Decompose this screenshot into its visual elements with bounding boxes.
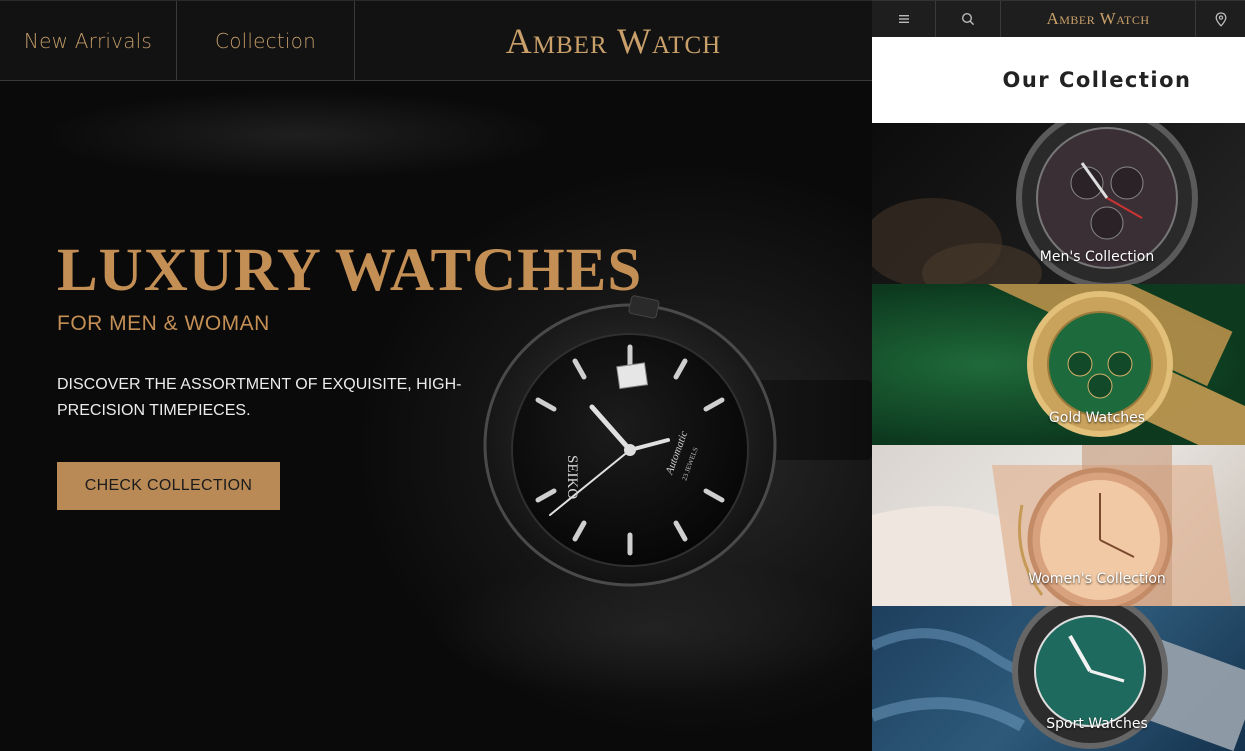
tile-label: Men's Collection — [1039, 249, 1155, 265]
panel-brand-logo[interactable]: Amber Watch — [1001, 1, 1196, 37]
collection-panel: Amber Watch Our Collection Men's Collect… — [872, 0, 1245, 751]
panel-topbar: Amber Watch — [872, 0, 1245, 37]
hero-description: DISCOVER THE ASSORTMENT OF EXQUISITE, HI… — [57, 376, 462, 419]
tile-label: Sport Watches — [1046, 716, 1148, 732]
background-blur — [40, 90, 560, 180]
hero-watch-image: SEIKO Automatic 23 JEWELS — [483, 295, 777, 587]
location-button[interactable] — [1196, 1, 1245, 37]
menu-icon — [898, 15, 909, 23]
tile-label: Gold Watches — [1048, 410, 1146, 426]
search-icon — [961, 12, 975, 26]
check-collection-button[interactable]: CHECK COLLECTION — [57, 462, 280, 510]
nav-new-arrivals[interactable]: New Arrivals — [0, 1, 177, 81]
tile-womens-collection[interactable]: Women's Collection — [872, 445, 1245, 606]
tile-sport-watches[interactable]: Sport Watches — [872, 606, 1245, 751]
collection-heading-text: Our Collection — [1002, 68, 1192, 92]
hero-title: LUXURY WATCHES — [57, 237, 643, 304]
location-pin-icon — [1215, 11, 1226, 27]
brand-logo[interactable]: Amber Watch — [355, 1, 872, 81]
menu-button[interactable] — [872, 1, 936, 37]
nav-collection[interactable]: Collection — [177, 1, 355, 81]
tile-mens-collection[interactable]: Men's Collection — [872, 123, 1245, 284]
dial-brand-text: SEIKO — [564, 455, 580, 499]
tile-gold-watches[interactable]: Gold Watches — [872, 284, 1245, 445]
hero-subtitle: FOR MEN & WOMAN — [57, 312, 270, 335]
hero-section: SEIKO Automatic 23 JEWELS New Arrivals C… — [0, 0, 872, 751]
main-navigation: New Arrivals Collection Amber Watch — [0, 0, 872, 81]
collection-heading: Our Collection — [872, 37, 1245, 123]
search-button[interactable] — [936, 1, 1001, 37]
tile-label: Women's Collection — [1028, 571, 1166, 587]
